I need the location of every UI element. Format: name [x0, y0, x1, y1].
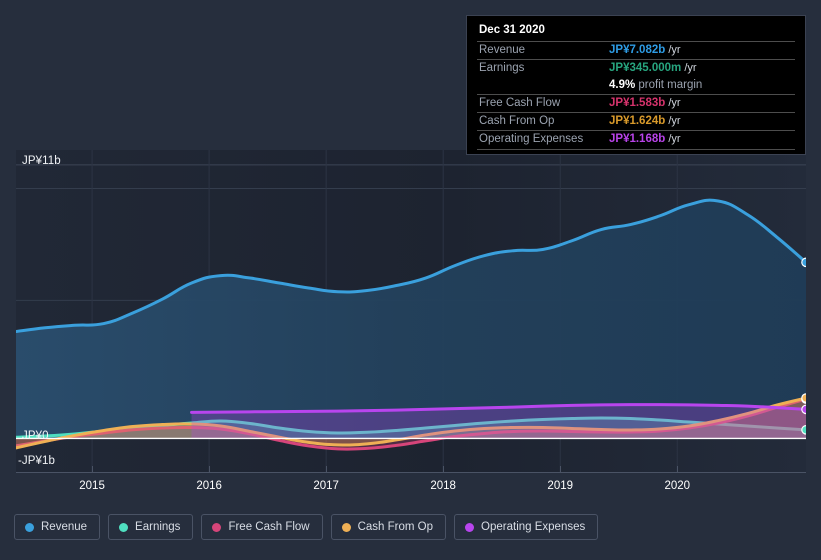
tooltip-value-text: JP¥1.583b	[609, 97, 666, 109]
legend-color-dot-icon	[341, 522, 351, 532]
tooltip-metric-label: Free Cash Flow	[479, 97, 561, 109]
x-axis-line	[16, 472, 806, 473]
tooltip-metric-label: Earnings	[479, 62, 525, 74]
tooltip-row: Free Cash Flow JP¥1.583b /yr	[477, 94, 795, 113]
tooltip-date: Dec 31 2020	[479, 24, 545, 36]
legend-item-earnings[interactable]: Earnings	[108, 514, 194, 540]
x-axis-tick-2017	[326, 466, 328, 472]
chart-plot-area	[16, 150, 806, 472]
tooltip-metric-value: 4.9% profit margin	[609, 77, 795, 95]
tooltip-unit-text: /yr	[665, 97, 681, 109]
tooltip-unit-text: /yr	[665, 115, 681, 127]
tooltip-metric-value: JP¥7.082b /yr	[609, 42, 795, 60]
tooltip-value-text: JP¥1.624b	[609, 115, 666, 127]
tooltip-unit-text: profit margin	[635, 79, 703, 91]
x-axis-tick-2015	[92, 466, 94, 472]
tooltip-value-text: JP¥7.082b	[609, 44, 666, 56]
x-axis-label-2017: 2017	[313, 480, 339, 492]
tooltip-value-text: JP¥1.168b	[609, 133, 666, 145]
tooltip-metric-label: Cash From Op	[479, 115, 555, 127]
legend-item-operating-expenses[interactable]: Operating Expenses	[454, 514, 599, 540]
legend-color-dot-icon	[212, 522, 222, 532]
tooltip-metric-label: Operating Expenses	[479, 133, 584, 145]
x-axis-label-2015: 2015	[79, 480, 105, 492]
legend-color-dot-icon	[465, 522, 475, 532]
tooltip-bottom-rule	[477, 149, 795, 150]
x-axis-label-2018: 2018	[430, 480, 456, 492]
y-axis-label-negative: -JP¥1b	[18, 455, 56, 467]
chart-page: JP¥11b JP¥0 -JP¥1b 2015 2016 2017 2018 2019 2…	[0, 0, 821, 560]
x-axis-tick-2018	[443, 466, 445, 472]
tooltip-row: Operating Expenses JP¥1.168b /yr	[477, 130, 795, 149]
tooltip-metric-label: Revenue	[479, 44, 526, 56]
endpoint-marker-revenue	[801, 257, 806, 268]
tooltip-metric-value: JP¥1.168b /yr	[609, 131, 795, 149]
tooltip-value-text: JP¥345.000m	[609, 62, 682, 74]
tooltip-unit-text: /yr	[665, 133, 681, 145]
x-axis-tick-2020	[677, 466, 679, 472]
endpoint-marker-cash-from-op	[801, 393, 806, 403]
financial-area-chart	[16, 150, 806, 472]
tooltip-row: Cash From Op JP¥1.624b /yr	[477, 112, 795, 131]
tooltip-metric-value: JP¥1.583b /yr	[609, 95, 795, 113]
tooltip-value-text: 4.9%	[609, 79, 636, 91]
tooltip-metric-value: JP¥345.000m /yr	[609, 60, 795, 78]
legend-color-dot-icon	[25, 522, 34, 532]
tooltip-row: Earnings JP¥345.000m /yr	[477, 59, 795, 78]
legend-item-revenue[interactable]: Revenue	[14, 514, 101, 540]
tooltip-row: 4.9% profit margin	[477, 77, 795, 95]
tooltip-unit-text: /yr	[681, 62, 697, 74]
y-axis-label-zero: JP¥0	[22, 430, 49, 442]
legend-color-dot-icon	[119, 522, 129, 532]
y-axis-label-top: JP¥11b	[22, 155, 61, 167]
legend-item-free-cash-flow[interactable]: Free Cash Flow	[201, 514, 323, 540]
tooltip-unit-text: /yr	[665, 44, 681, 56]
x-axis-label-2019: 2019	[547, 480, 574, 492]
tooltip-row: Revenue JP¥7.082b /yr	[477, 41, 795, 60]
legend-item-cash-from-op[interactable]: Cash From Op	[330, 514, 447, 540]
x-axis-tick-2019	[560, 466, 562, 472]
tooltip-metric-value: JP¥1.624b /yr	[609, 113, 795, 131]
x-axis-label-2016: 2016	[196, 480, 222, 492]
chart-tooltip: Dec 31 2020 Revenue JP¥7.082b /yr Earnings…	[466, 15, 806, 155]
chart-legend: Revenue Earnings Free Cash Flow Cash From O…	[14, 514, 599, 540]
x-axis-tick-2016	[209, 466, 211, 472]
endpoint-marker-earnings	[801, 425, 806, 435]
legend-item-label: Earnings	[135, 521, 181, 533]
legend-item-label: Revenue	[41, 521, 88, 533]
tooltip-metric-label	[477, 77, 609, 95]
legend-item-label: Operating Expenses	[481, 521, 586, 533]
endpoint-marker-operating-expenses	[801, 404, 806, 415]
tooltip-metrics-table: Revenue JP¥7.082b /yr Earnings JP¥345.000m …	[477, 41, 795, 148]
x-axis-label-2020: 2020	[664, 480, 691, 492]
legend-item-label: Cash From Op	[357, 521, 434, 533]
legend-item-label: Free Cash Flow	[228, 521, 310, 533]
